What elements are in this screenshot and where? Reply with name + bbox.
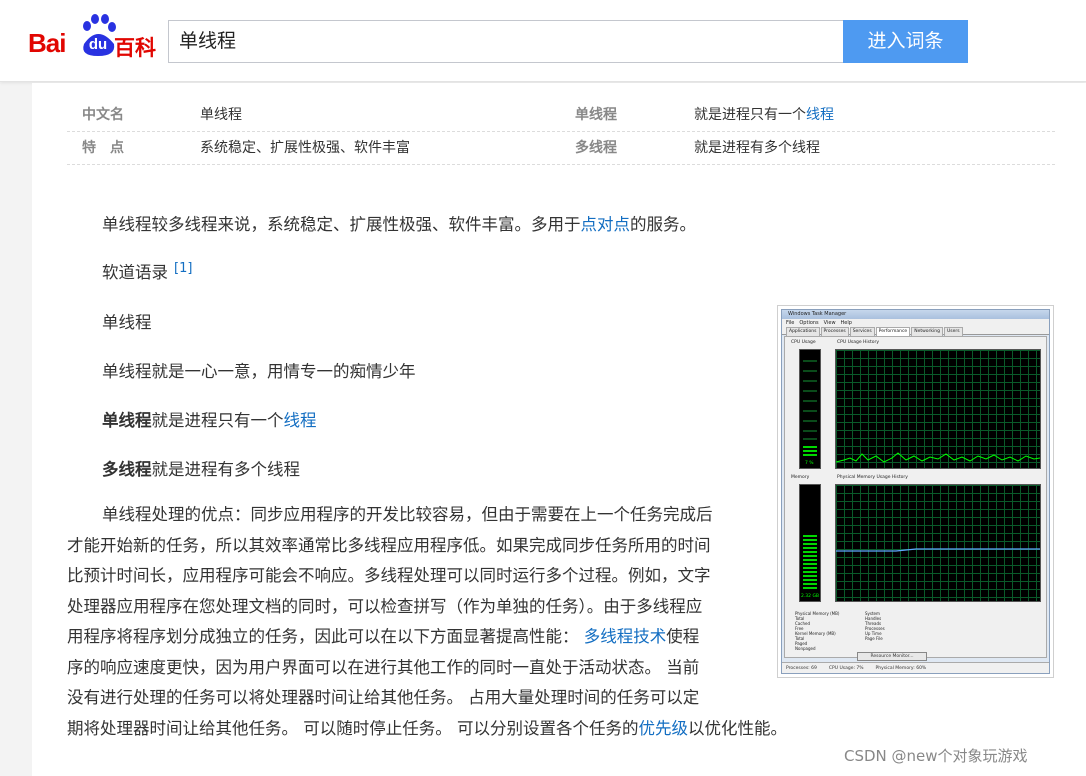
paragraph-line: 期将处理器时间让给其他任务。 可以随时停止任务。 可以分别设置各个任务的优先级以… bbox=[67, 714, 787, 745]
paragraph: 单线程较多线程来说，系统稳定、扩展性极强、软件丰富。多用于点对点的服务。 bbox=[102, 211, 696, 235]
tm-status-item: CPU Usage: 7% bbox=[828, 666, 864, 671]
info-key: 单线程 bbox=[575, 107, 617, 123]
priority-link[interactable]: 优先级 bbox=[639, 719, 689, 738]
tm-label: CPU Usage History bbox=[837, 340, 880, 345]
paragraph: 单线程就是一心一意，用情专一的痴情少年 bbox=[102, 362, 416, 381]
tm-stat-label: Page File bbox=[865, 636, 883, 641]
basic-info-table: 中文名 单线程 单线程 就是进程只有一个线程 特 点 系统稳定、扩展性极强、软件… bbox=[67, 99, 1055, 165]
paragraph-line: 单线程处理的优点：同步应用程序的开发比较容易，但由于需要在上一个任务完成后 bbox=[102, 505, 713, 524]
info-key: 多线程 bbox=[575, 140, 617, 156]
info-key: 中文名 bbox=[82, 107, 124, 123]
p2p-link[interactable]: 点对点 bbox=[581, 215, 631, 234]
resource-monitor-button: Resource Monitor... bbox=[857, 652, 927, 661]
logo-du-text: du bbox=[88, 36, 108, 53]
cpu-history-graph bbox=[835, 349, 1041, 469]
tm-tab: Users bbox=[943, 327, 963, 336]
task-manager-image[interactable]: Windows Task Manager File Options View Help… bbox=[777, 305, 1054, 678]
paragraph-text: 就是进程有多个线程 bbox=[151, 460, 301, 479]
search-input[interactable]: 单线程 bbox=[168, 20, 844, 63]
thread-link[interactable]: 线程 bbox=[806, 107, 834, 123]
tm-menu-item: File bbox=[786, 320, 795, 326]
paragraph-line: 用程序将程序划分成独立的任务，因此可以在以下方面显著提高性能： 多线程技术使程 bbox=[67, 622, 757, 653]
paragraph-line: 比预计时间长，应用程序可能会不响应。多线程处理可以同时运行多个过程。例如，文字 bbox=[67, 566, 711, 585]
tm-menu-item: View bbox=[823, 320, 836, 326]
info-key: 特 点 bbox=[82, 140, 124, 156]
memory-meter bbox=[799, 484, 821, 602]
paragraph: 软道语录 [1] bbox=[102, 259, 192, 283]
task-manager-window: Windows Task Manager File Options View Help… bbox=[781, 309, 1050, 674]
multithread-tech-link[interactable]: 多线程技术 bbox=[584, 627, 667, 646]
info-row: 中文名 单线程 单线程 就是进程只有一个线程 bbox=[67, 99, 1055, 132]
paragraph-text: 软道语录 bbox=[102, 263, 168, 282]
tm-menu-item: Help bbox=[840, 320, 852, 326]
tm-performance-panel: CPU Usage CPU Usage History 7 % Memory P… bbox=[784, 336, 1047, 661]
tm-status-bar: Processes: 69 CPU Usage: 7% Physical Memor… bbox=[782, 662, 1049, 673]
logo-bai-text: Bai bbox=[28, 28, 66, 58]
tm-title: Windows Task Manager bbox=[782, 310, 1049, 319]
paragraph-text: 用程序将程序划分成独立的任务，因此可以在以下方面显著提高性能： bbox=[67, 627, 579, 646]
info-value: 就是进程只有一个线程 bbox=[694, 99, 834, 132]
tm-status-item: Physical Memory: 60% bbox=[875, 666, 927, 671]
long-paragraph: 单线程处理的优点：同步应用程序的开发比较容易，但由于需要在上一个任务完成后 才能… bbox=[67, 500, 787, 745]
info-value: 系统稳定、扩展性极强、软件丰富 bbox=[200, 140, 410, 156]
memory-history-graph bbox=[835, 484, 1041, 602]
paw-icon: du bbox=[78, 14, 118, 58]
tm-tab: Networking bbox=[911, 327, 943, 336]
paragraph-text: 的服务。 bbox=[630, 215, 696, 234]
paragraph: 单线程就是进程只有一个线程 bbox=[102, 407, 317, 431]
reference-link[interactable]: [1] bbox=[174, 261, 192, 276]
tm-label: Physical Memory Usage History bbox=[837, 475, 908, 480]
paragraph-text: 使程 bbox=[666, 627, 700, 646]
enter-entry-button[interactable]: 进入词条 bbox=[843, 20, 968, 63]
tm-status-item: Processes: 69 bbox=[786, 666, 817, 671]
tm-tabs: Applications Processes Services Performance… bbox=[782, 327, 1049, 336]
paragraph-line: 没有进行处理的任务可以将处理器时间让给其他任务。 占用大量处理时间的任务可以定 bbox=[67, 688, 700, 707]
paragraph-text: 以优化性能。 bbox=[688, 718, 787, 738]
paragraph-line: 序的响应速度更快，因为用户界面可以在进行其他工作的同时一直处于活动状态。 当前 bbox=[67, 657, 700, 677]
tm-label: Memory bbox=[791, 475, 810, 480]
header-bar: Bai du 百科 单线程 进入词条 bbox=[0, 0, 1086, 82]
paragraph-text: 期将处理器时间让给其他任务。 可以随时停止任务。 可以分别设置各个任务的 bbox=[67, 718, 639, 738]
baidu-baike-logo[interactable]: Bai du 百科 bbox=[28, 14, 158, 62]
info-row: 特 点 系统稳定、扩展性极强、软件丰富 多线程 就是进程有多个线程 bbox=[67, 132, 1055, 165]
paragraph: 多线程就是进程有多个线程 bbox=[102, 456, 300, 480]
paragraph-line: 才能开始新的任务，所以其效率通常比多线程应用程序低。如果完成同步任务所用的时间 bbox=[67, 535, 711, 555]
tm-stat-label: Nonpaged bbox=[795, 646, 816, 651]
tm-tab: Services bbox=[849, 327, 875, 336]
info-value: 就是进程有多个线程 bbox=[694, 140, 820, 156]
memory-value: 2.32 GB bbox=[801, 594, 820, 599]
info-value: 单线程 bbox=[200, 107, 242, 123]
logo-baike-text: 百科 bbox=[114, 36, 156, 60]
article-content: 中文名 单线程 单线程 就是进程只有一个线程 特 点 系统稳定、扩展性极强、软件… bbox=[32, 83, 1086, 776]
cpu-meter bbox=[799, 349, 821, 469]
paragraph-line: 处理器应用程序在您处理文档的同时，可以检查拼写（作为单独的任务）。由于多线程应 bbox=[67, 596, 703, 616]
tm-tab-active: Performance bbox=[875, 327, 911, 336]
info-value-text: 就是进程只有一个 bbox=[694, 107, 806, 123]
tm-label: CPU Usage bbox=[791, 340, 816, 345]
cpu-percent: 7 % bbox=[805, 461, 814, 466]
csdn-watermark: CSDN @new个对象玩游戏 bbox=[844, 747, 1028, 765]
tm-tab: Applications bbox=[786, 327, 820, 336]
tm-menu-item: Options bbox=[799, 320, 819, 326]
paragraph-text: 单线程较多线程来说，系统稳定、扩展性极强、软件丰富。多用于 bbox=[102, 215, 581, 234]
tm-stats: Physical Memory (MB) Total Cached Free K… bbox=[795, 611, 955, 651]
thread-link[interactable]: 线程 bbox=[284, 411, 317, 430]
paragraph: 单线程 bbox=[102, 313, 152, 332]
paragraph-text: 就是进程只有一个 bbox=[151, 411, 284, 430]
tm-tab: Processes bbox=[820, 327, 849, 336]
bold-term: 多线程 bbox=[102, 460, 152, 479]
tm-menu: File Options View Help bbox=[782, 319, 1049, 327]
bold-term: 单线程 bbox=[102, 411, 152, 430]
